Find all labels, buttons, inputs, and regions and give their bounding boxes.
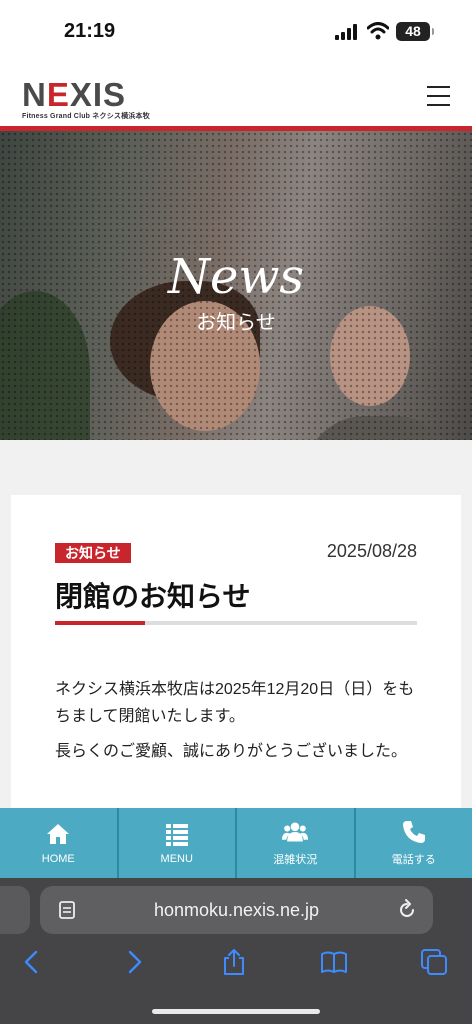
- back-icon[interactable]: [18, 948, 46, 976]
- home-indicator[interactable]: [152, 1009, 320, 1014]
- browser-toolbar: [0, 942, 472, 986]
- hero-title: News: [167, 249, 305, 305]
- news-article-card: お知らせ 2025/08/28 閉館のお知らせ ネクシス横浜本牧店は2025年1…: [11, 495, 461, 815]
- nav-phone-button[interactable]: 電話する: [355, 808, 472, 878]
- site-header: NEXIS Fitness Grand Club ネクシス横浜本牧: [0, 62, 472, 126]
- nav-menu-label: MENU: [160, 853, 193, 865]
- article-date: 2025/08/28: [326, 541, 417, 561]
- hero-banner: News お知らせ: [0, 131, 472, 440]
- category-badge: お知らせ: [55, 543, 131, 563]
- address-bar[interactable]: honmoku.nexis.ne.jp: [40, 886, 433, 934]
- bookmarks-icon[interactable]: [320, 948, 348, 976]
- browser-chrome: honmoku.nexis.ne.jp: [0, 878, 472, 1024]
- article-paragraph: ネクシス横浜本牧店は2025年12月20日（日）をもちまして閉館いたします。: [55, 681, 415, 725]
- nav-home-label: HOME: [41, 853, 75, 865]
- nav-phone-label: 電話する: [391, 854, 436, 866]
- nav-menu-button[interactable]: MENU: [118, 808, 235, 878]
- nexis-logo[interactable]: NEXIS Fitness Grand Club ネクシス横浜本牧: [22, 76, 167, 120]
- forward-icon[interactable]: [120, 948, 148, 976]
- hero-subtitle: お知らせ: [196, 312, 276, 334]
- article-title: 閉館のお知らせ: [55, 581, 251, 612]
- battery-indicator: 48: [396, 22, 434, 41]
- home-icon: [47, 824, 70, 844]
- users-icon: [282, 822, 309, 842]
- wifi-icon: [367, 22, 389, 40]
- logo-wordmark: NEXIS: [22, 76, 127, 113]
- status-time: 21:19: [64, 20, 116, 42]
- logo-subtitle: Fitness Grand Club ネクシス横浜本牧: [22, 113, 150, 120]
- bottom-navigation: HOME MENU 混雑状況 電話する: [0, 808, 472, 878]
- nav-congestion-label: 混雑状況: [273, 854, 318, 866]
- nav-home-button[interactable]: HOME: [0, 808, 117, 878]
- title-underline: [55, 621, 417, 625]
- url-text: honmoku.nexis.ne.jp: [153, 900, 320, 920]
- nav-congestion-button[interactable]: 混雑状況: [237, 808, 354, 878]
- list-icon: [165, 824, 188, 846]
- status-bar: 21:19 48: [0, 0, 472, 62]
- hamburger-menu-icon[interactable]: [427, 86, 450, 106]
- phone-icon: [402, 821, 425, 843]
- article-paragraph: 長らくのご愛顧、誠にありがとうございました。: [55, 743, 408, 760]
- previous-tab-preview[interactable]: [0, 886, 30, 934]
- cellular-signal-icon: [335, 24, 357, 40]
- tabs-icon[interactable]: [420, 948, 448, 976]
- share-icon[interactable]: [220, 948, 248, 976]
- reload-icon[interactable]: [397, 899, 417, 921]
